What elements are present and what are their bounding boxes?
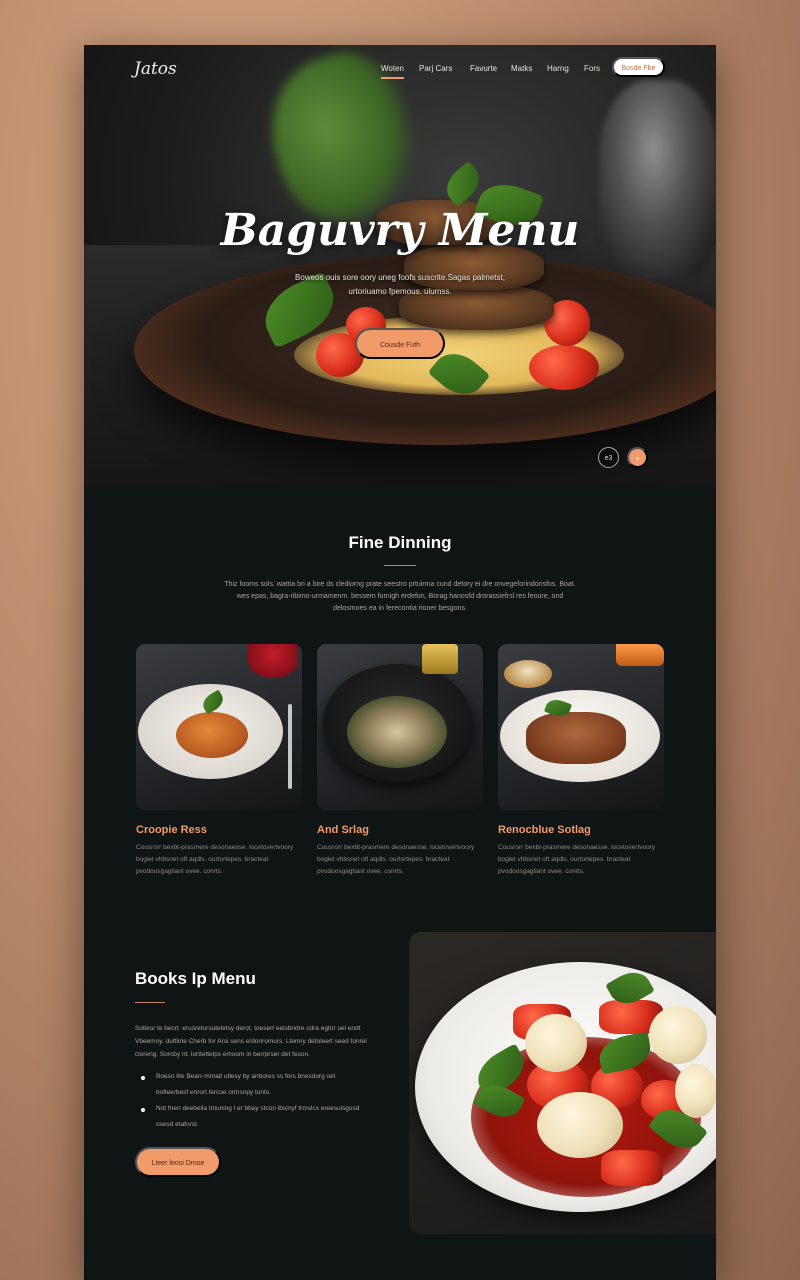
books-bullet-item: Not fnen deebelia tmuning l er bbay stco…	[156, 1105, 360, 1128]
hero-subtitle: Boweos ouis sore oory uneg foofs suscrit…	[295, 273, 505, 296]
tomato	[601, 1150, 663, 1186]
gnocchi	[525, 1014, 587, 1072]
hero-section: Jatos Woten Parj Cars Favurte Matks Harn…	[84, 45, 716, 489]
books-title: Books Ip Menu	[135, 969, 256, 988]
hero-title: Baguvry Menu	[220, 205, 580, 256]
landing-page: Jatos Woten Parj Cars Favurte Matks Harn…	[84, 45, 716, 1280]
nav-item-favurte[interactable]: Favurte	[470, 64, 497, 73]
tomato	[529, 345, 599, 390]
books-dish-image	[409, 932, 716, 1234]
fine-dining-title: Fine Dinning	[348, 533, 452, 552]
nav-item-fors[interactable]: Fors	[584, 64, 600, 73]
glass	[422, 644, 458, 674]
dish-card-description: Cousrorr bexbt-prasmere desonaesse. loce…	[317, 844, 475, 875]
fork	[288, 704, 292, 789]
nav-item-woten[interactable]: Woten	[381, 64, 404, 79]
nav-item-matks[interactable]: Matks	[511, 64, 532, 73]
fine-dining-description: Thiz fooms sols. wattia bri a bire ds cl…	[224, 581, 576, 612]
books-description: Sotlesr te becrt. erusretorsuteletsy der…	[135, 1025, 367, 1058]
top-navigation: Jatos Woten Parj Cars Favurte Matks Harn…	[84, 45, 716, 95]
dish-card-description: Cousrorr bexbt-prasmere desonaesse. loce…	[498, 844, 656, 875]
title-underline	[384, 565, 416, 566]
dish-card-title[interactable]: Renocblue Sotlag	[498, 824, 591, 836]
bullet-icon	[141, 1076, 145, 1080]
food	[347, 696, 447, 768]
title-underline	[135, 1002, 165, 1003]
logo[interactable]: Jatos	[134, 59, 177, 79]
slider-next-button[interactable]: +	[627, 447, 648, 468]
nav-cta-button[interactable]: Bosde Fbe	[612, 57, 665, 77]
nav-item-parj-cars[interactable]: Parj Cars	[419, 64, 452, 73]
food	[176, 712, 248, 758]
sauce-cup	[504, 660, 552, 688]
food	[526, 712, 626, 764]
dish-card-title[interactable]: Croopie Ress	[136, 824, 207, 836]
books-cta-button[interactable]: Lteer leosi Dmoe	[135, 1147, 221, 1177]
gnocchi	[675, 1064, 716, 1118]
hero-cta-button[interactable]: Cousde Futh	[355, 328, 445, 359]
dish-card-image[interactable]	[317, 644, 483, 810]
nav-item-harng[interactable]: Harng	[547, 64, 569, 73]
gnocchi	[537, 1092, 623, 1158]
dish-card-description: Cousrorr bexbt-prasmere desonaesse. loce…	[136, 844, 294, 875]
books-bullet-item: Boeso lite Bearr-mmatl utlesy by anbores…	[156, 1073, 336, 1096]
dish-card-image[interactable]	[136, 644, 302, 810]
bullet-icon	[141, 1108, 145, 1112]
dish-card-title[interactable]: And Srlag	[317, 824, 369, 836]
slider-prev-button[interactable]: e3	[598, 447, 619, 468]
wine-glass	[248, 644, 298, 678]
dish-card-image[interactable]	[498, 644, 664, 810]
gnocchi	[649, 1006, 707, 1064]
side-dish	[616, 644, 664, 666]
